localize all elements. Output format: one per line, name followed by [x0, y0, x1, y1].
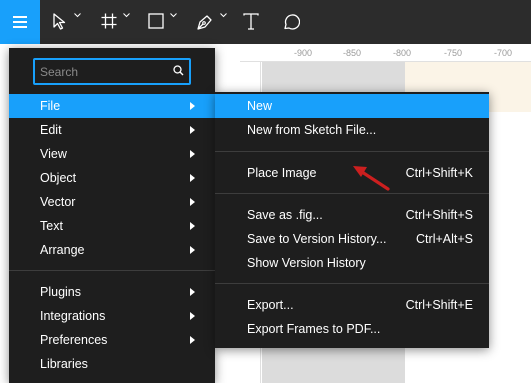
submenu-arrow-icon — [190, 198, 195, 206]
chevron-down-icon — [123, 13, 130, 18]
menu-divider — [9, 270, 215, 271]
menu-item-label: File — [40, 99, 61, 113]
menu-item-shortcut: Ctrl+Alt+S — [416, 232, 473, 246]
menu-item-label: Integrations — [40, 309, 106, 323]
menu-item-label: Place Image — [247, 166, 317, 180]
menu-item-label: Arrange — [40, 243, 85, 257]
menu-item-shortcut: Ctrl+Shift+K — [405, 166, 473, 180]
menu-item-label: New from Sketch File... — [247, 123, 377, 137]
menu-item-save-as-fig[interactable]: Save as .fig... Ctrl+Shift+S — [215, 203, 489, 227]
shape-tool[interactable] — [148, 0, 182, 44]
menu-item-vector[interactable]: Vector — [9, 190, 215, 214]
menu-item-label: Export Frames to PDF... — [247, 322, 381, 336]
submenu-arrow-icon — [190, 102, 195, 110]
menu-item-label: Preferences — [40, 333, 108, 347]
chevron-down-icon — [170, 13, 177, 18]
comment-tool-icon — [284, 14, 300, 30]
main-menu: File Edit View Object Vector Text Arrang… — [9, 48, 215, 383]
menu-item-file[interactable]: File — [9, 94, 215, 118]
menu-item-label: Save as .fig... — [247, 208, 323, 222]
menu-search-input[interactable] — [40, 63, 168, 80]
text-tool-icon — [243, 13, 259, 30]
menu-item-label: Object — [40, 171, 77, 185]
submenu-arrow-icon — [190, 150, 195, 158]
menu-item-new-from-sketch[interactable]: New from Sketch File... — [215, 118, 489, 142]
file-submenu: New New from Sketch File... Place Image … — [215, 92, 489, 348]
menu-item-label: Edit — [40, 123, 62, 137]
annotation-arrow-icon — [353, 166, 390, 191]
menu-item-show-version-history[interactable]: Show Version History — [215, 251, 489, 275]
submenu-arrow-icon — [190, 174, 195, 182]
ruler-tick: -900 — [294, 48, 313, 58]
menu-item-new[interactable]: New — [215, 94, 489, 118]
menu-item-integrations[interactable]: Integrations — [9, 304, 215, 328]
menu-item-plugins[interactable]: Plugins — [9, 280, 215, 304]
submenu-arrow-icon — [190, 126, 195, 134]
menu-item-label: Text — [40, 219, 63, 233]
chevron-down-icon — [220, 13, 227, 18]
menu-divider — [215, 151, 489, 152]
menu-item-label: View — [40, 147, 67, 161]
menu-item-view[interactable]: View — [9, 142, 215, 166]
search-icon — [173, 65, 184, 76]
menu-item-export[interactable]: Export... Ctrl+Shift+E — [215, 293, 489, 317]
menu-item-label: Export... — [247, 298, 294, 312]
menu-item-shortcut: Ctrl+Shift+S — [405, 208, 473, 222]
submenu-arrow-icon — [190, 222, 195, 230]
pen-tool-icon — [197, 15, 212, 30]
frame-tool-icon — [101, 13, 117, 29]
menu-item-label: Vector — [40, 195, 76, 209]
menu-item-label: Libraries — [40, 357, 88, 371]
menu-item-label: New — [247, 99, 273, 113]
ruler-tick: -800 — [393, 48, 412, 58]
text-tool[interactable] — [243, 0, 263, 44]
menu-item-label: Show Version History — [247, 256, 366, 270]
menu-item-export-frames-pdf[interactable]: Export Frames to PDF... — [215, 317, 489, 341]
menu-item-shortcut: Ctrl+Shift+E — [405, 298, 473, 312]
submenu-arrow-icon — [190, 246, 195, 254]
submenu-arrow-icon — [190, 336, 195, 344]
menu-item-arrange[interactable]: Arrange — [9, 238, 215, 262]
menu-item-label: Plugins — [40, 285, 81, 299]
hamburger-icon — [13, 16, 27, 28]
horizontal-ruler: -900 -850 -800 -750 -700 — [240, 44, 531, 62]
ruler-tick: -850 — [343, 48, 362, 58]
menu-item-label: Save to Version History... — [247, 232, 387, 246]
submenu-arrow-icon — [190, 312, 195, 320]
menu-divider — [215, 193, 489, 194]
menu-item-save-to-version-history[interactable]: Save to Version History... Ctrl+Alt+S — [215, 227, 489, 251]
move-tool-icon — [53, 13, 66, 30]
rectangle-tool-icon — [148, 13, 164, 29]
ruler-tick: -750 — [444, 48, 463, 58]
submenu-arrow-icon — [190, 288, 195, 296]
chevron-down-icon — [74, 13, 81, 18]
menu-item-libraries[interactable]: Libraries — [9, 352, 215, 376]
move-tool[interactable] — [52, 0, 86, 44]
menu-divider — [215, 283, 489, 284]
ruler-tick: -700 — [494, 48, 513, 58]
pen-tool[interactable] — [196, 0, 230, 44]
menu-item-edit[interactable]: Edit — [9, 118, 215, 142]
menu-search[interactable] — [33, 58, 191, 85]
toolbar — [0, 0, 531, 44]
comment-tool[interactable] — [282, 0, 304, 44]
frame-tool[interactable] — [101, 0, 135, 44]
menu-item-text[interactable]: Text — [9, 214, 215, 238]
main-menu-button[interactable] — [0, 0, 40, 44]
menu-item-object[interactable]: Object — [9, 166, 215, 190]
menu-item-preferences[interactable]: Preferences — [9, 328, 215, 352]
